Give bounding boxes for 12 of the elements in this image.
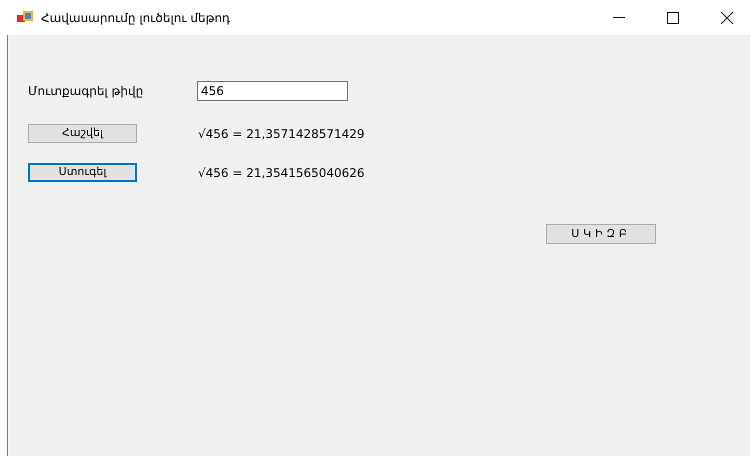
close-icon bbox=[721, 12, 733, 24]
minimize-icon bbox=[613, 16, 625, 18]
start-button[interactable]: ՍԿԻԶԲ bbox=[546, 224, 656, 244]
number-field[interactable]: 456 bbox=[197, 81, 348, 101]
maximize-icon bbox=[667, 12, 679, 24]
input-label: Մուտքագրել թիվը bbox=[28, 83, 144, 100]
app-icon bbox=[17, 10, 33, 24]
action-button[interactable]: Ստուգել bbox=[28, 163, 137, 182]
action-button[interactable]: Հաշվել bbox=[28, 124, 137, 143]
result-text: √456 = 21,3571428571429 bbox=[198, 126, 365, 142]
window-title: Հավասարումը լուծելու մեթոդ bbox=[41, 10, 230, 26]
result-text: √456 = 21,3541565040626 bbox=[198, 164, 365, 182]
